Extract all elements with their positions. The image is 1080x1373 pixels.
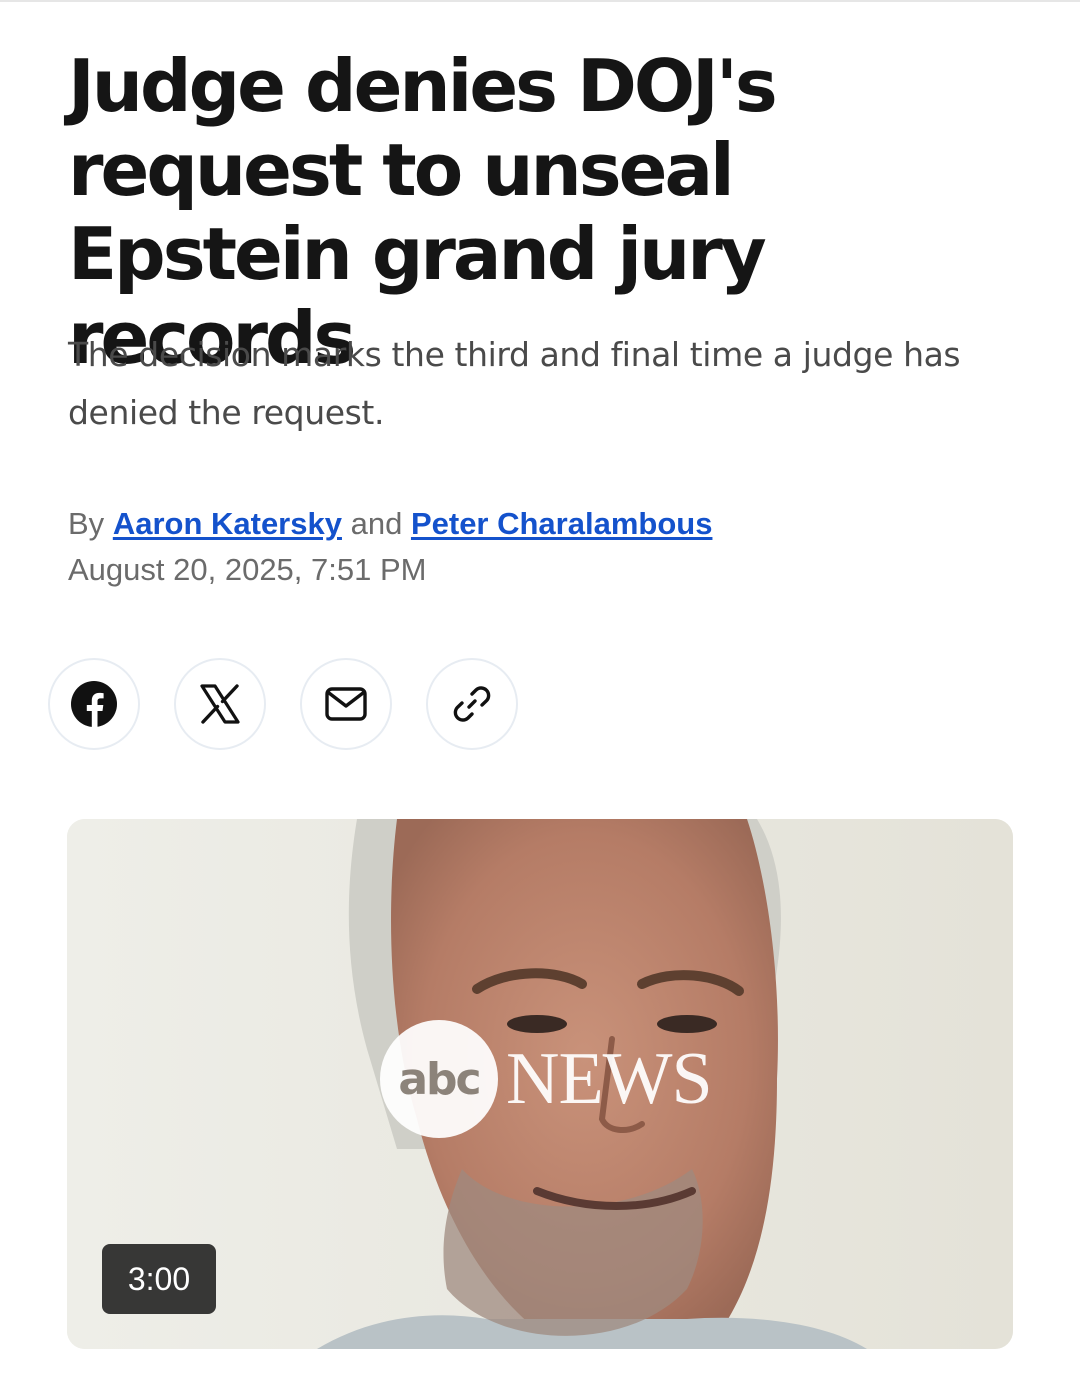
article-timestamp: August 20, 2025, 7:51 PM	[68, 552, 427, 587]
share-email-button[interactable]	[300, 658, 392, 750]
video-player[interactable]: abc NEWS 3:00	[67, 819, 1013, 1349]
x-icon	[200, 684, 240, 724]
video-duration-badge: 3:00	[102, 1244, 216, 1314]
author-link-aaron-katersky[interactable]: Aaron Katersky	[113, 506, 342, 541]
share-bar	[48, 658, 518, 750]
share-facebook-button[interactable]	[48, 658, 140, 750]
abc-news-logo: abc NEWS	[380, 1019, 713, 1139]
top-divider	[0, 0, 1080, 2]
share-copy-link-button[interactable]	[426, 658, 518, 750]
news-logo-text: NEWS	[506, 1037, 713, 1120]
byline-prefix: By	[68, 506, 105, 541]
byline-conjunction: and	[350, 506, 403, 541]
mail-icon	[325, 687, 367, 721]
article-subheadline: The decision marks the third and final t…	[68, 335, 961, 432]
author-link-peter-charalambous[interactable]: Peter Charalambous	[411, 506, 713, 541]
link-icon	[453, 686, 491, 722]
abc-logo-circle: abc	[380, 1020, 498, 1138]
facebook-icon	[71, 681, 117, 727]
byline: By Aaron Katersky and Peter Charalambous	[68, 504, 712, 544]
share-x-button[interactable]	[174, 658, 266, 750]
